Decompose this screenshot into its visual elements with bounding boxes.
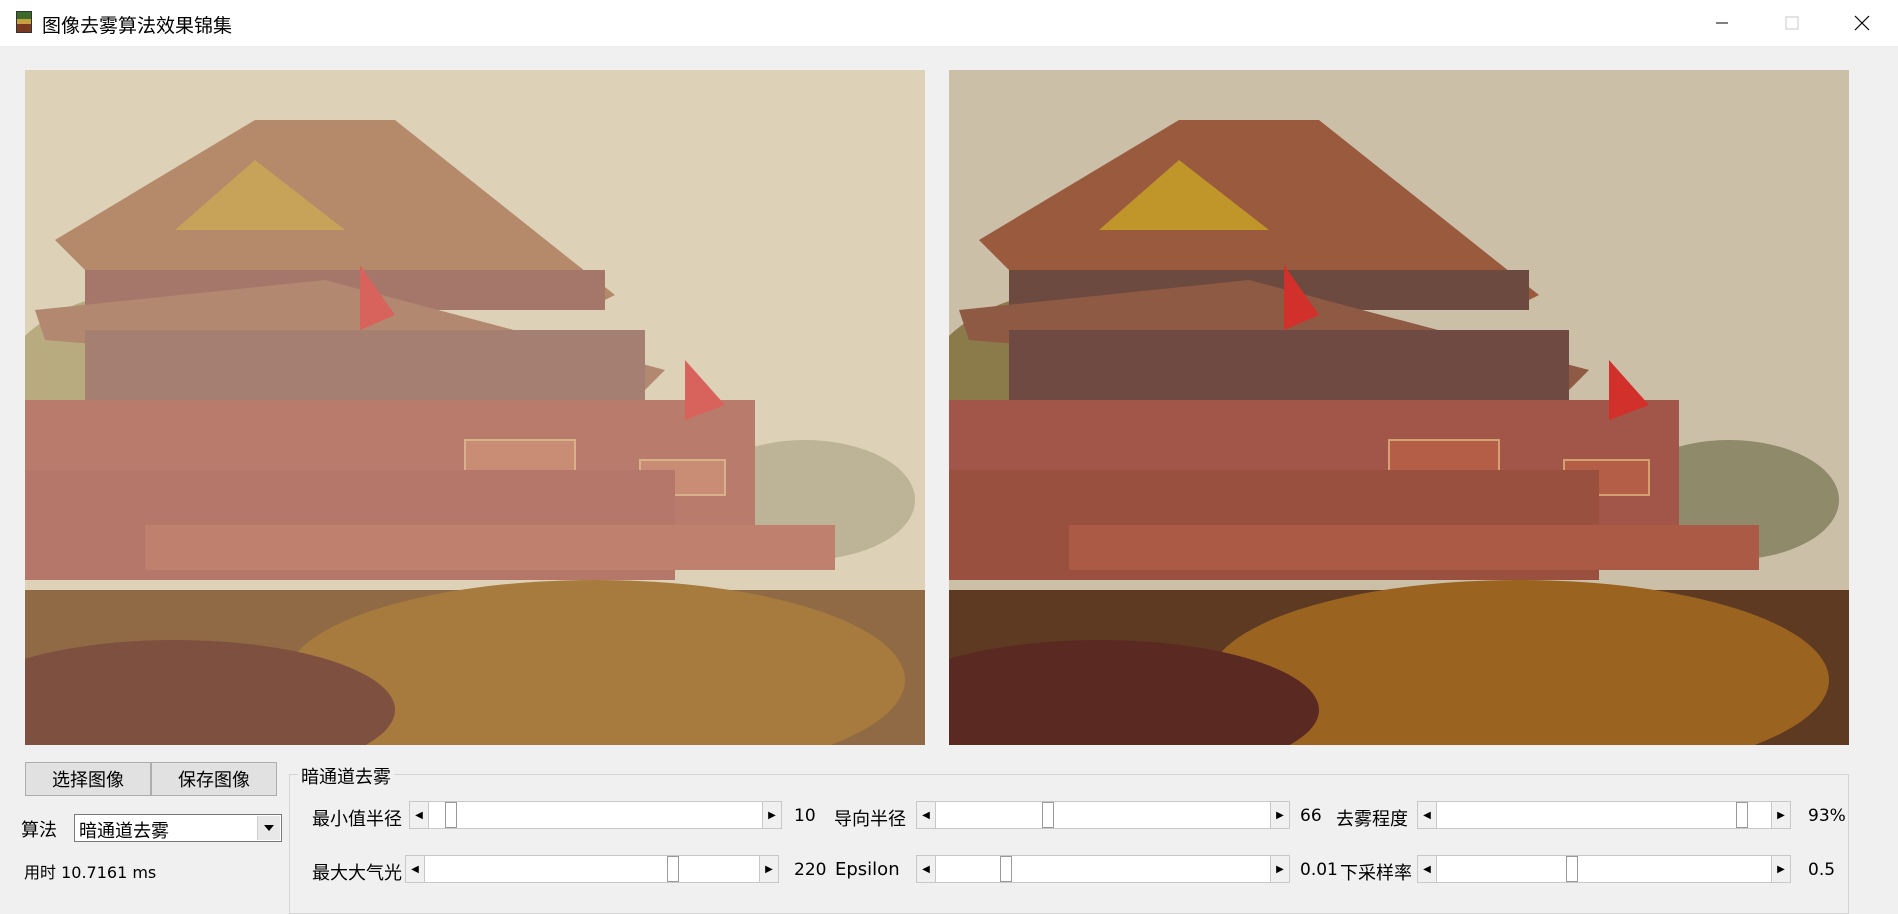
minimize-icon [1716, 22, 1728, 24]
algorithm-selected: 暗通道去雾 [79, 821, 169, 842]
slider-thumb[interactable] [1565, 856, 1578, 882]
chevron-down-icon[interactable] [257, 816, 280, 840]
slider-thumb[interactable] [1042, 802, 1055, 828]
slider-label: 去雾程度 [1336, 809, 1408, 830]
dehazed-output-image [949, 70, 1849, 745]
slider-label: 导向半径 [834, 809, 906, 830]
slider-value: 0.5 [1808, 860, 1836, 880]
close-icon [1854, 15, 1870, 31]
slider-scrollbar[interactable]: ◀ ▶ [1417, 855, 1791, 883]
title-bar: 图像去雾算法效果锦集 [0, 0, 1898, 46]
algorithm-label: 算法 [21, 820, 57, 841]
minimize-button[interactable] [1686, 0, 1758, 46]
arrow-left-icon[interactable]: ◀ [1417, 855, 1437, 883]
slider-label: 最大大气光 [312, 863, 402, 884]
hazy-input-image [25, 70, 925, 745]
arrow-right-icon[interactable]: ▶ [1270, 801, 1290, 829]
slider-value: 0.01 [1300, 860, 1338, 880]
slider-label: Epsilon [835, 859, 900, 880]
slider-thumb[interactable] [445, 802, 458, 828]
maximize-button[interactable] [1756, 0, 1828, 46]
slider-scrollbar[interactable]: ◀ ▶ [1417, 801, 1791, 829]
slider-scrollbar[interactable]: ◀ ▶ [916, 801, 1290, 829]
slider-thumb[interactable] [1000, 856, 1013, 882]
arrow-right-icon[interactable]: ▶ [759, 855, 779, 883]
slider-track[interactable] [1417, 801, 1791, 829]
maximize-icon [1785, 16, 1799, 30]
slider-value: 93% [1808, 806, 1846, 826]
arrow-right-icon[interactable]: ▶ [1771, 855, 1791, 883]
slider-value: 10 [794, 806, 816, 826]
close-button[interactable] [1826, 0, 1898, 46]
slider-scrollbar[interactable]: ◀ ▶ [409, 801, 782, 829]
slider-track[interactable] [916, 801, 1290, 829]
slider-thumb[interactable] [1736, 802, 1749, 828]
params-groupbox [289, 774, 1849, 914]
params-group-title: 暗通道去雾 [298, 763, 394, 789]
slider-track[interactable] [916, 855, 1290, 883]
app-icon [16, 11, 32, 33]
algorithm-select[interactable]: 暗通道去雾 [74, 814, 282, 842]
arrow-left-icon[interactable]: ◀ [409, 801, 429, 829]
slider-value: 66 [1300, 806, 1322, 826]
arrow-right-icon[interactable]: ▶ [1270, 855, 1290, 883]
arrow-left-icon[interactable]: ◀ [916, 855, 936, 883]
select-image-button[interactable]: 选择图像 [25, 762, 151, 796]
slider-label: 最小值半径 [312, 809, 402, 830]
save-image-button[interactable]: 保存图像 [151, 762, 277, 796]
arrow-left-icon[interactable]: ◀ [1417, 801, 1437, 829]
slider-scrollbar[interactable]: ◀ ▶ [916, 855, 1290, 883]
slider-scrollbar[interactable]: ◀ ▶ [405, 855, 779, 883]
slider-label: 下采样率 [1340, 863, 1412, 884]
slider-track[interactable] [409, 801, 782, 829]
slider-thumb[interactable] [666, 856, 679, 882]
slider-track[interactable] [405, 855, 779, 883]
timing-text: 用时 10.7161 ms [24, 863, 157, 882]
arrow-left-icon[interactable]: ◀ [916, 801, 936, 829]
arrow-right-icon[interactable]: ▶ [762, 801, 782, 829]
arrow-left-icon[interactable]: ◀ [405, 855, 425, 883]
slider-value: 220 [794, 860, 827, 880]
slider-track[interactable] [1417, 855, 1791, 883]
window-title: 图像去雾算法效果锦集 [42, 15, 233, 37]
arrow-right-icon[interactable]: ▶ [1771, 801, 1791, 829]
